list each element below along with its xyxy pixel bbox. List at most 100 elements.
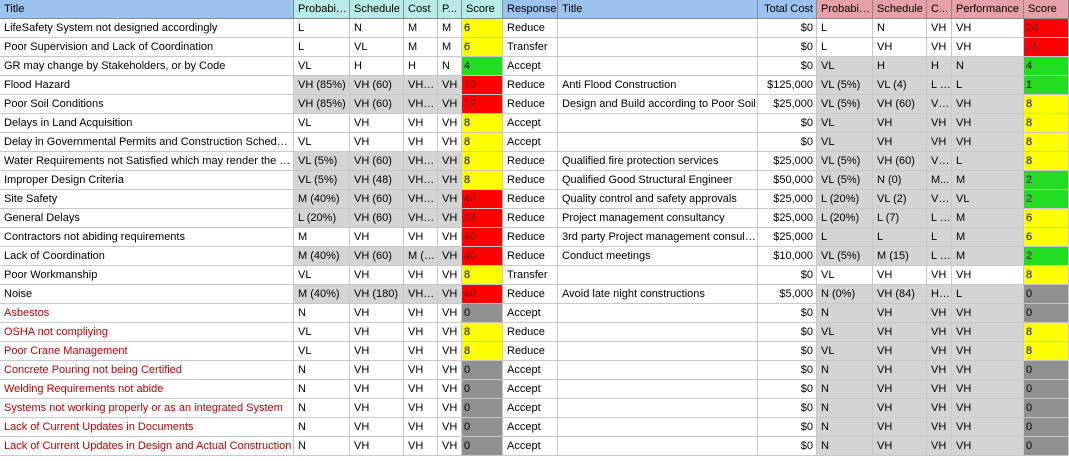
cell-score[interactable]: 72 (462, 95, 503, 114)
cell-score[interactable]: 6 (462, 38, 503, 57)
cell-total-cost[interactable]: $0 (758, 57, 817, 76)
cell-mitigation-title[interactable] (558, 380, 758, 399)
cell-performance[interactable]: M (438, 19, 462, 38)
cell-residual-score[interactable]: 0 (1024, 380, 1069, 399)
cell-mitigation-title[interactable] (558, 323, 758, 342)
cell-residual-cost[interactable]: VL... (927, 190, 952, 209)
table-row[interactable]: OSHA not compliying VL VH VH VH 8 Reduce $0 VL VH… (0, 323, 1069, 342)
col-header-probability[interactable]: Probability (294, 0, 350, 19)
cell-total-cost[interactable]: $25,000 (758, 190, 817, 209)
cell-title[interactable]: Asbestos (0, 304, 294, 323)
table-row[interactable]: Flood Hazard VH (85%) VH (60) VH (... VH 72 Re… (0, 76, 1069, 95)
cell-residual-performance[interactable]: VH (952, 437, 1024, 456)
cell-probability[interactable]: L (294, 19, 350, 38)
cell-score[interactable]: 0 (462, 380, 503, 399)
table-row[interactable]: Lack of Current Updates in Documents N VH V… (0, 418, 1069, 437)
cell-residual-score[interactable]: 0 (1024, 285, 1069, 304)
cell-cost[interactable]: VH (... (404, 171, 438, 190)
cell-probability[interactable]: VL (5%) (294, 152, 350, 171)
cell-residual-performance[interactable]: VH (952, 304, 1024, 323)
cell-cost[interactable]: VH (404, 342, 438, 361)
cell-mitigation-title[interactable]: Project management consultancy (558, 209, 758, 228)
table-row[interactable]: Noise M (40%) VH (180) VH (... VH 40 Reduce Avo… (0, 285, 1069, 304)
table-row[interactable]: Delays in Land Acquisition VL VH VH VH 8 Accep… (0, 114, 1069, 133)
cell-title[interactable]: Poor Soil Conditions (0, 95, 294, 114)
cell-performance[interactable]: VH (438, 76, 462, 95)
cell-residual-probability[interactable]: VL (817, 114, 873, 133)
cell-performance[interactable]: VH (438, 380, 462, 399)
cell-performance[interactable]: VH (438, 171, 462, 190)
cell-probability[interactable]: N (294, 380, 350, 399)
cell-residual-schedule[interactable]: VH (60) (873, 95, 927, 114)
cell-probability[interactable]: VL (294, 266, 350, 285)
cell-residual-score[interactable]: 8 (1024, 133, 1069, 152)
cell-cost[interactable]: VH (404, 266, 438, 285)
cell-title[interactable]: Lack of Coordination (0, 247, 294, 266)
cell-schedule[interactable]: VH (350, 133, 404, 152)
cell-probability[interactable]: VL (294, 323, 350, 342)
cell-cost[interactable]: VH (404, 418, 438, 437)
cell-schedule[interactable]: VL (350, 38, 404, 57)
cell-probability[interactable]: VL (294, 133, 350, 152)
cell-performance[interactable]: VH (438, 114, 462, 133)
cell-probability[interactable]: VH (85%) (294, 95, 350, 114)
cell-cost[interactable]: VH (404, 399, 438, 418)
table-row[interactable]: Poor Soil Conditions VH (85%) VH (60) VH (.… (0, 95, 1069, 114)
cell-residual-probability[interactable]: N (817, 304, 873, 323)
cell-title[interactable]: Poor Workmanship (0, 266, 294, 285)
cell-residual-probability[interactable]: L (817, 228, 873, 247)
cell-residual-cost[interactable]: L (... (927, 247, 952, 266)
cell-score[interactable]: 0 (462, 418, 503, 437)
cell-residual-score[interactable]: 8 (1024, 266, 1069, 285)
cell-score[interactable]: 72 (462, 76, 503, 95)
cell-title[interactable]: Poor Crane Management (0, 342, 294, 361)
table-row[interactable]: Improper Design Criteria VL (5%) VH (48) VH… (0, 171, 1069, 190)
cell-total-cost[interactable]: $25,000 (758, 209, 817, 228)
cell-mitigation-title[interactable]: Anti Flood Construction (558, 76, 758, 95)
col-header-residual-probability[interactable]: Probability (817, 0, 873, 19)
table-row[interactable]: Asbestos N VH VH VH 0 Accept $0 N VH VH VH 0 (0, 304, 1069, 323)
cell-residual-cost[interactable]: L (... (927, 76, 952, 95)
cell-response[interactable]: Accept (503, 361, 558, 380)
cell-total-cost[interactable]: $0 (758, 133, 817, 152)
cell-residual-cost[interactable]: L (... (927, 209, 952, 228)
cell-response[interactable]: Reduce (503, 152, 558, 171)
cell-score[interactable]: 40 (462, 285, 503, 304)
cell-total-cost[interactable]: $0 (758, 361, 817, 380)
cell-mitigation-title[interactable] (558, 114, 758, 133)
cell-score[interactable]: 8 (462, 266, 503, 285)
cell-schedule[interactable]: VH (48) (350, 171, 404, 190)
table-row[interactable]: Poor Crane Management VL VH VH VH 8 Reduce $0 VL… (0, 342, 1069, 361)
cell-probability[interactable]: VL (5%) (294, 171, 350, 190)
cell-title[interactable]: Water Requirements not Satisfied which m… (0, 152, 294, 171)
cell-score[interactable]: 8 (462, 323, 503, 342)
col-header-schedule[interactable]: Schedule (350, 0, 404, 19)
cell-residual-performance[interactable]: VL (952, 190, 1024, 209)
cell-schedule[interactable]: VH (350, 304, 404, 323)
cell-residual-cost[interactable]: VH (927, 418, 952, 437)
cell-schedule[interactable]: VH (350, 342, 404, 361)
cell-cost[interactable]: VH (404, 380, 438, 399)
cell-response[interactable]: Reduce (503, 247, 558, 266)
cell-total-cost[interactable]: $0 (758, 19, 817, 38)
cell-total-cost[interactable]: $0 (758, 399, 817, 418)
cell-residual-performance[interactable]: VH (952, 361, 1024, 380)
cell-residual-score[interactable]: 2 (1024, 190, 1069, 209)
cell-schedule[interactable]: VH (350, 437, 404, 456)
cell-score[interactable]: 8 (462, 114, 503, 133)
cell-probability[interactable]: M (40%) (294, 247, 350, 266)
col-header-score[interactable]: Score (462, 0, 503, 19)
cell-performance[interactable]: VH (438, 399, 462, 418)
table-row[interactable]: Welding Requirements not abide N VH VH VH 0 Ac… (0, 380, 1069, 399)
col-header-residual-schedule[interactable]: Schedule (873, 0, 927, 19)
cell-residual-probability[interactable]: N (817, 361, 873, 380)
cell-probability[interactable]: L (294, 38, 350, 57)
cell-performance[interactable]: VH (438, 247, 462, 266)
cell-total-cost[interactable]: $0 (758, 342, 817, 361)
cell-residual-performance[interactable]: M (952, 209, 1024, 228)
cell-response[interactable]: Accept (503, 399, 558, 418)
cell-title[interactable]: Flood Hazard (0, 76, 294, 95)
cell-response[interactable]: Reduce (503, 342, 558, 361)
cell-response[interactable]: Reduce (503, 95, 558, 114)
table-row[interactable]: GR may change by Stakeholders, or by Cod… (0, 57, 1069, 76)
